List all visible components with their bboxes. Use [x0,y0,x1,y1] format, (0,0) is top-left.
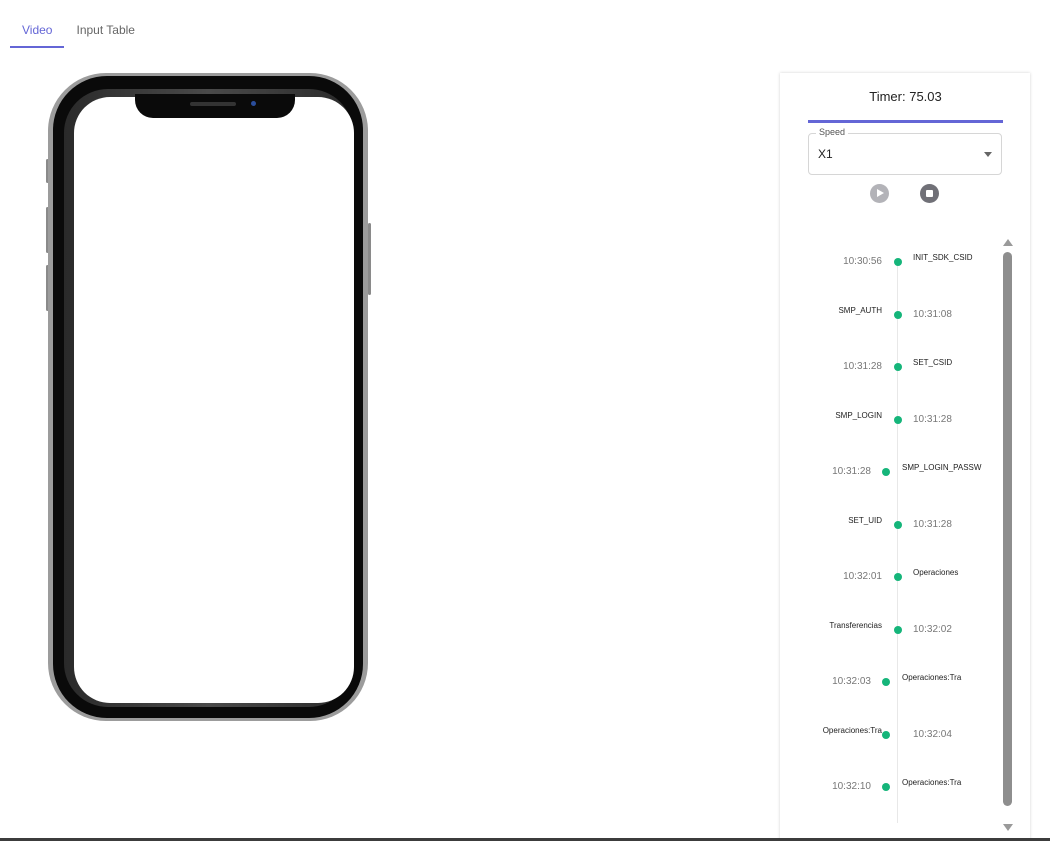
event-name: Operaciones [913,568,959,577]
event-time: 10:31:08 [913,308,952,320]
event-dot [894,625,902,634]
timer-display: Timer: 75.03 [808,73,1003,123]
event-name: SMP_LOGIN [835,410,882,420]
tab-input-table[interactable]: Input Table [64,0,147,48]
event-time: 10:32:03 [832,676,871,687]
event-dot [894,258,902,266]
timeline-event: 10:32:10 Operaciones:Tra [780,758,1005,792]
phone-power-button [368,223,371,295]
event-time: 10:31:28 [843,361,882,372]
scroll-up-icon[interactable] [1003,239,1013,246]
event-name: SMP_LOGIN_PASSW [902,463,982,472]
playback-panel: Timer: 75.03 Speed X1 10:30:56 INIT_SDK_C… [780,73,1030,841]
timeline-event: 10:31:28 SMP_LOGIN [780,391,1005,425]
phone-screen [74,97,354,703]
timeline-event: 10:31:28 SET_CSID [780,338,1005,372]
phone-body [53,76,363,718]
stop-icon[interactable] [920,184,939,203]
timeline-event: 10:32:02 Transferencias [780,601,1005,635]
speed-label: Speed [816,127,849,137]
event-name: INIT_SDK_CSID [913,253,973,262]
phone-speaker [190,102,236,106]
event-name: SMP_AUTH [838,305,882,315]
event-dot [894,573,902,581]
event-dot [894,363,902,371]
tab-video[interactable]: Video [10,0,65,48]
event-name: Operaciones:Tra [902,778,962,787]
phone-notch [135,94,295,118]
chevron-down-icon [984,152,992,157]
event-dot [894,310,902,319]
event-name: Transferencias [829,620,882,630]
event-timeline: 10:30:56 INIT_SDK_CSID 10:31:08 SMP_AUTH 10:… [780,233,1005,833]
timeline-event: 10:32:04 Operaciones:Tra [780,706,1005,740]
play-icon[interactable] [870,184,889,203]
event-dot [894,520,902,529]
event-name: SET_CSID [913,358,953,367]
timeline-event: 10:31:28 SET_UID [780,496,1005,530]
event-time: 10:31:28 [832,466,871,477]
speed-value: X1 [818,147,833,161]
speed-select[interactable]: Speed X1 [808,127,1002,175]
event-name: Operaciones:Tra [822,725,882,735]
scrollbar-thumb[interactable] [1003,252,1012,806]
event-time: 10:32:10 [832,781,871,792]
event-time: 10:32:02 [913,623,952,635]
phone-mockup [46,73,372,721]
event-time: 10:31:28 [913,518,952,530]
timeline-event: 10:32:03 Operaciones:Tra [780,653,1005,687]
event-dot [894,415,902,424]
tab-bar: Video Input Table [10,0,147,50]
event-time: 10:31:28 [913,413,952,425]
event-time: 10:32:01 [843,571,882,582]
phone-camera [251,101,256,106]
event-name: Operaciones:Tra [902,673,962,682]
event-time: 10:32:04 [913,728,952,740]
phone-frame [48,73,368,721]
timeline-event: 10:31:28 SMP_LOGIN_PASSW [780,443,1005,477]
event-name: SET_UID [848,515,882,525]
event-dot [882,730,890,739]
event-time: 10:30:56 [843,256,882,267]
scroll-down-icon[interactable] [1003,824,1013,831]
timeline-event: 10:31:08 SMP_AUTH [780,286,1005,320]
event-dot [882,783,890,791]
timeline-event: 10:32:01 Operaciones [780,548,1005,582]
event-dot [882,468,890,476]
event-dot [882,678,890,686]
timeline-event: 10:30:56 INIT_SDK_CSID [780,233,1005,267]
